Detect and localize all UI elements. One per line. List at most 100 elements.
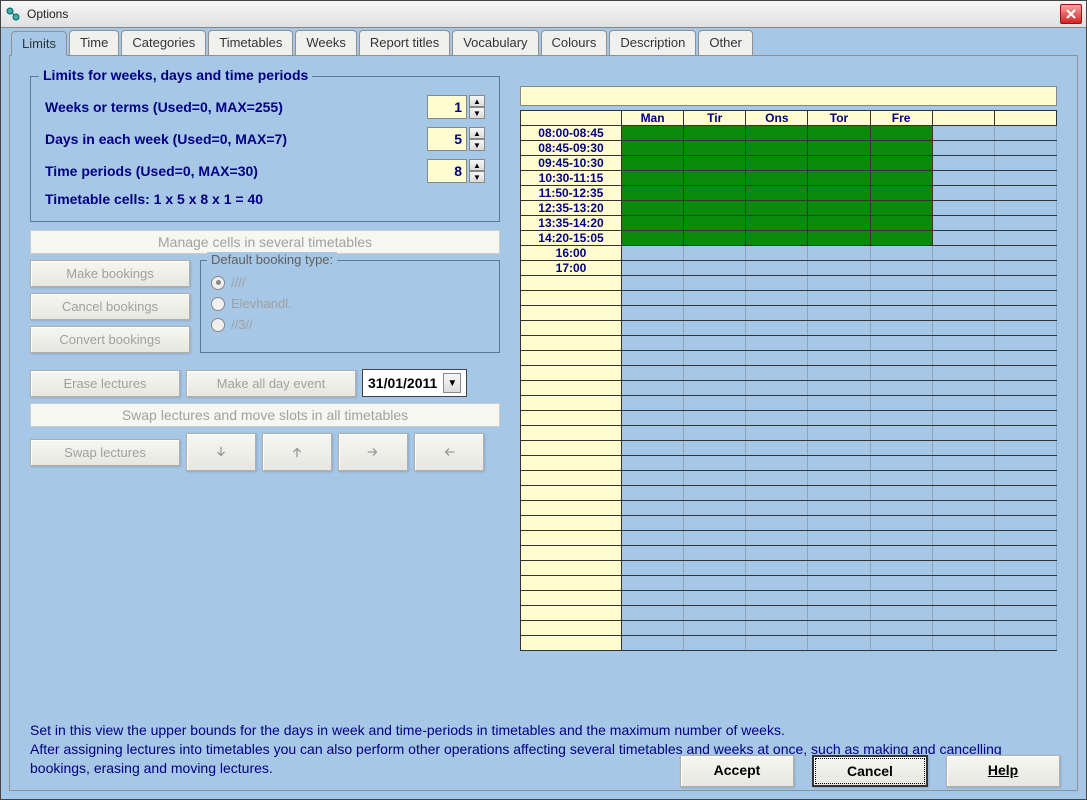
timetable-cell[interactable] <box>622 561 684 576</box>
cancel-bookings-button[interactable]: Cancel bookings <box>30 293 190 320</box>
timetable-cell[interactable] <box>870 231 932 246</box>
timetable-cell[interactable] <box>684 186 746 201</box>
timetable-cell[interactable] <box>932 636 994 651</box>
timetable-cell[interactable] <box>994 456 1056 471</box>
timetable-cell[interactable] <box>932 501 994 516</box>
timetable-cell[interactable] <box>870 636 932 651</box>
timetable-cell[interactable] <box>622 306 684 321</box>
timetable-cell[interactable] <box>808 306 870 321</box>
move-left-button[interactable] <box>414 433 484 471</box>
timetable-cell[interactable] <box>684 261 746 276</box>
timetable-cell[interactable] <box>808 501 870 516</box>
timetable-cell[interactable] <box>746 546 808 561</box>
timetable-cell[interactable] <box>622 321 684 336</box>
timetable-cell[interactable] <box>994 411 1056 426</box>
timetable-cell[interactable] <box>684 501 746 516</box>
timetable-cell[interactable] <box>746 141 808 156</box>
timetable-cell[interactable] <box>622 441 684 456</box>
timetable-cell[interactable] <box>870 366 932 381</box>
timetable-cell[interactable] <box>994 231 1056 246</box>
timetable-cell[interactable] <box>684 201 746 216</box>
timetable-cell[interactable] <box>622 471 684 486</box>
timetable-cell[interactable] <box>870 141 932 156</box>
timetable-cell[interactable] <box>808 291 870 306</box>
timetable-cell[interactable] <box>808 456 870 471</box>
help-button[interactable]: Help <box>946 755 1060 787</box>
tab-time[interactable]: Time <box>69 30 119 55</box>
timetable-cell[interactable] <box>808 366 870 381</box>
timetable-cell[interactable] <box>808 441 870 456</box>
timetable-cell[interactable] <box>684 441 746 456</box>
timetable-cell[interactable] <box>932 621 994 636</box>
timetable-cell[interactable] <box>622 411 684 426</box>
timetable-cell[interactable] <box>870 531 932 546</box>
timetable-cell[interactable] <box>622 291 684 306</box>
timetable-cell[interactable] <box>994 381 1056 396</box>
timetable-cell[interactable] <box>994 201 1056 216</box>
timetable-cell[interactable] <box>684 381 746 396</box>
timetable-cell[interactable] <box>622 216 684 231</box>
timetable-cell[interactable] <box>746 351 808 366</box>
timetable-cell[interactable] <box>994 216 1056 231</box>
timetable-cell[interactable] <box>994 621 1056 636</box>
weeks-up[interactable]: ▲ <box>469 95 485 107</box>
timetable-cell[interactable] <box>932 141 994 156</box>
timetable-cell[interactable] <box>932 516 994 531</box>
timetable-cell[interactable] <box>684 141 746 156</box>
timetable-cell[interactable] <box>684 561 746 576</box>
timetable-cell[interactable] <box>994 171 1056 186</box>
timetable-cell[interactable] <box>994 636 1056 651</box>
timetable-cell[interactable] <box>870 261 932 276</box>
timetable-cell[interactable] <box>684 486 746 501</box>
timetable-cell[interactable] <box>870 411 932 426</box>
timetable-cell[interactable] <box>808 246 870 261</box>
timetable-cell[interactable] <box>746 231 808 246</box>
tab-report-titles[interactable]: Report titles <box>359 30 450 55</box>
timetable-cell[interactable] <box>994 366 1056 381</box>
timetable-cell[interactable] <box>622 231 684 246</box>
timetable-cell[interactable] <box>932 276 994 291</box>
timetable-cell[interactable] <box>746 261 808 276</box>
timetable-cell[interactable] <box>932 201 994 216</box>
timetable-cell[interactable] <box>870 591 932 606</box>
timetable-cell[interactable] <box>622 516 684 531</box>
timetable-cell[interactable] <box>994 351 1056 366</box>
tab-other[interactable]: Other <box>698 30 753 55</box>
timetable-cell[interactable] <box>622 351 684 366</box>
timetable-cell[interactable] <box>622 456 684 471</box>
periods-down[interactable]: ▼ <box>469 171 485 183</box>
timetable-cell[interactable] <box>622 336 684 351</box>
timetable-cell[interactable] <box>684 471 746 486</box>
timetable-cell[interactable] <box>870 606 932 621</box>
days-value[interactable]: 5 <box>427 127 467 151</box>
timetable-cell[interactable] <box>622 576 684 591</box>
timetable-cell[interactable] <box>622 396 684 411</box>
timetable-cell[interactable] <box>808 531 870 546</box>
timetable-cell[interactable] <box>746 501 808 516</box>
timetable-cell[interactable] <box>684 276 746 291</box>
timetable-cell[interactable] <box>994 291 1056 306</box>
timetable-cell[interactable] <box>622 186 684 201</box>
timetable-cell[interactable] <box>808 141 870 156</box>
timetable-cell[interactable] <box>684 576 746 591</box>
timetable-cell[interactable] <box>932 486 994 501</box>
timetable-cell[interactable] <box>870 321 932 336</box>
timetable-cell[interactable] <box>622 486 684 501</box>
timetable-cell[interactable] <box>994 336 1056 351</box>
timetable-cell[interactable] <box>746 126 808 141</box>
timetable-cell[interactable] <box>622 141 684 156</box>
tab-timetables[interactable]: Timetables <box>208 30 293 55</box>
timetable-cell[interactable] <box>932 186 994 201</box>
timetable-cell[interactable] <box>932 531 994 546</box>
timetable-cell[interactable] <box>746 216 808 231</box>
timetable-cell[interactable] <box>684 396 746 411</box>
timetable-cell[interactable] <box>808 606 870 621</box>
timetable-cell[interactable] <box>808 351 870 366</box>
timetable-cell[interactable] <box>684 591 746 606</box>
timetable-cell[interactable] <box>808 561 870 576</box>
timetable-cell[interactable] <box>870 276 932 291</box>
close-button[interactable] <box>1060 4 1082 24</box>
timetable-cell[interactable] <box>746 186 808 201</box>
timetable-cell[interactable] <box>808 411 870 426</box>
timetable-cell[interactable] <box>808 576 870 591</box>
